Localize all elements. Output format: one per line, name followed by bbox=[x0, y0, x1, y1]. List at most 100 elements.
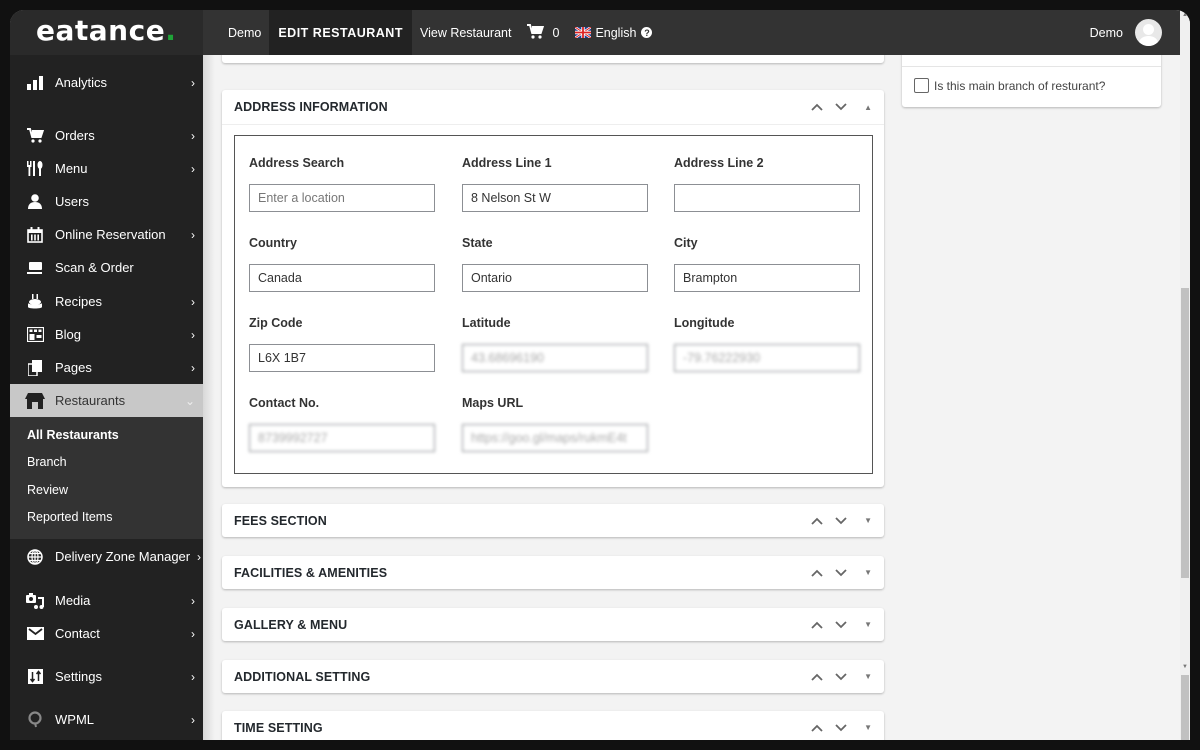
move-down-button[interactable] bbox=[834, 100, 848, 114]
sidebar-item-orders[interactable]: Orders › bbox=[10, 119, 203, 152]
section-header[interactable]: TIME SETTING ▼ bbox=[222, 711, 884, 740]
move-up-button[interactable] bbox=[810, 514, 824, 528]
move-down-button[interactable] bbox=[834, 514, 848, 528]
sidebar-item-scan-order[interactable]: Scan & Order bbox=[10, 251, 203, 284]
section-header[interactable]: FACILITIES & AMENITIES ▼ bbox=[222, 556, 884, 589]
address-fields-box: Address Search Address Line 1 Address Li… bbox=[234, 135, 873, 474]
section-title: FACILITIES & AMENITIES bbox=[234, 565, 388, 580]
cart-count: 0 bbox=[552, 25, 560, 40]
section-header[interactable]: GALLERY & MENU ▼ bbox=[222, 608, 884, 641]
sidebar-item-analytics[interactable]: Analytics › bbox=[10, 66, 203, 99]
submenu-reported-items[interactable]: Reported Items bbox=[27, 510, 112, 524]
expand-toggle-icon[interactable]: ▼ bbox=[864, 516, 872, 525]
chevron-right-icon: › bbox=[191, 294, 195, 309]
edit-restaurant-link[interactable]: EDIT RESTAURANT bbox=[269, 10, 412, 55]
contact-number-input[interactable] bbox=[249, 424, 435, 452]
sidebar: Analytics › Orders › Menu › Users Online… bbox=[10, 55, 203, 740]
language-switcher[interactable]: English ? bbox=[567, 10, 660, 55]
state-input[interactable] bbox=[462, 264, 648, 292]
chevron-right-icon: › bbox=[191, 593, 195, 608]
sidebar-item-menu[interactable]: Menu › bbox=[10, 152, 203, 185]
field-label: Zip Code bbox=[249, 316, 303, 330]
section-header[interactable]: FEES SECTION ▼ bbox=[222, 504, 884, 537]
country-input[interactable] bbox=[249, 264, 435, 292]
main-branch-option[interactable]: Is this main branch of resturant? bbox=[914, 78, 1105, 93]
fees-section: FEES SECTION ▼ bbox=[222, 504, 884, 537]
scrollbar-thumb[interactable] bbox=[1181, 288, 1189, 578]
move-down-button[interactable] bbox=[834, 721, 848, 735]
section-header[interactable]: ADDRESS INFORMATION ▲ bbox=[222, 90, 884, 124]
section-controls: ▼ bbox=[810, 711, 872, 740]
help-icon[interactable]: ? bbox=[641, 27, 653, 38]
expand-toggle-icon[interactable]: ▼ bbox=[864, 672, 872, 681]
divider bbox=[222, 124, 884, 125]
sidebar-item-label: Contact bbox=[55, 626, 100, 641]
zip-code-input[interactable] bbox=[249, 344, 435, 372]
field-label: State bbox=[462, 236, 493, 250]
divider bbox=[902, 66, 1161, 67]
sidebar-item-users[interactable]: Users bbox=[10, 185, 203, 218]
longitude-input[interactable] bbox=[674, 344, 860, 372]
submenu-branch[interactable]: Branch bbox=[27, 455, 67, 469]
move-down-button[interactable] bbox=[834, 566, 848, 580]
address-line-1-field: Address Line 1 bbox=[462, 156, 648, 212]
state-field: State bbox=[462, 236, 648, 292]
latitude-field: Latitude bbox=[462, 316, 648, 372]
zip-code-field: Zip Code bbox=[249, 316, 435, 372]
view-restaurant-link[interactable]: View Restaurant bbox=[412, 10, 520, 55]
chevron-right-icon: › bbox=[191, 669, 195, 684]
sidebar-item-label: Menu bbox=[55, 161, 88, 176]
address-line-1-input[interactable] bbox=[462, 184, 648, 212]
expand-toggle-icon[interactable]: ▼ bbox=[864, 568, 872, 577]
sidebar-item-delivery-zone-manager[interactable]: Delivery Zone Manager › bbox=[10, 540, 203, 573]
scroll-down-arrow-icon[interactable]: ▼ bbox=[1182, 664, 1188, 670]
sidebar-item-pages[interactable]: Pages › bbox=[10, 351, 203, 384]
user-name: Demo bbox=[1089, 25, 1123, 40]
move-up-button[interactable] bbox=[810, 100, 824, 114]
sidebar-item-online-reservation[interactable]: Online Reservation › bbox=[10, 218, 203, 251]
secondary-scrollbar-thumb[interactable] bbox=[1181, 675, 1189, 740]
logo-text: eatance bbox=[36, 14, 166, 47]
section-header[interactable]: ADDITIONAL SETTING ▼ bbox=[222, 660, 884, 693]
sidebar-item-recipes[interactable]: Recipes › bbox=[10, 285, 203, 318]
site-name-link[interactable]: Demo bbox=[220, 10, 269, 55]
expand-toggle-icon[interactable]: ▼ bbox=[864, 723, 872, 732]
move-up-button[interactable] bbox=[810, 721, 824, 735]
user-menu[interactable]: Demo bbox=[1090, 10, 1162, 55]
city-input[interactable] bbox=[674, 264, 860, 292]
additional-setting-section: ADDITIONAL SETTING ▼ bbox=[222, 660, 884, 693]
sidebar-item-settings[interactable]: Settings › bbox=[10, 660, 203, 693]
main-content: Is this main branch of resturant? ADDRES… bbox=[203, 45, 1180, 740]
cart-link[interactable]: 0 bbox=[519, 10, 567, 55]
scroll-up-arrow-icon[interactable]: ▲ bbox=[1182, 12, 1188, 18]
move-down-button[interactable] bbox=[834, 618, 848, 632]
section-controls: ▼ bbox=[810, 504, 872, 537]
chevron-right-icon: › bbox=[191, 360, 195, 375]
country-field: Country bbox=[249, 236, 435, 292]
submenu-review[interactable]: Review bbox=[27, 483, 68, 497]
section-title: FEES SECTION bbox=[234, 513, 327, 528]
sidebar-item-wpml[interactable]: WPML › bbox=[10, 703, 203, 736]
move-up-button[interactable] bbox=[810, 618, 824, 632]
store-icon bbox=[22, 392, 48, 409]
sidebar-item-restaurants[interactable]: Restaurants ⌄ bbox=[10, 384, 203, 417]
sidebar-item-media[interactable]: Media › bbox=[10, 584, 203, 617]
sidebar-item-blog[interactable]: Blog › bbox=[10, 318, 203, 351]
top-bar: eatance. Demo EDIT RESTAURANT View Resta… bbox=[10, 10, 1180, 55]
logo[interactable]: eatance. bbox=[36, 14, 176, 47]
main-branch-checkbox[interactable] bbox=[914, 78, 929, 93]
sidebar-item-contact[interactable]: Contact › bbox=[10, 617, 203, 650]
latitude-input[interactable] bbox=[462, 344, 648, 372]
address-line-2-input[interactable] bbox=[674, 184, 860, 212]
avatar[interactable] bbox=[1135, 19, 1162, 46]
collapse-toggle-icon[interactable]: ▲ bbox=[864, 103, 872, 112]
page-scrollbar[interactable]: ▲ ▼ bbox=[1180, 10, 1190, 740]
move-down-button[interactable] bbox=[834, 670, 848, 684]
address-search-input[interactable] bbox=[249, 184, 435, 212]
expand-toggle-icon[interactable]: ▼ bbox=[864, 620, 872, 629]
maps-url-input[interactable] bbox=[462, 424, 648, 452]
chevron-down-icon: ⌄ bbox=[184, 393, 195, 408]
submenu-all-restaurants[interactable]: All Restaurants bbox=[27, 428, 119, 442]
move-up-button[interactable] bbox=[810, 670, 824, 684]
move-up-button[interactable] bbox=[810, 566, 824, 580]
